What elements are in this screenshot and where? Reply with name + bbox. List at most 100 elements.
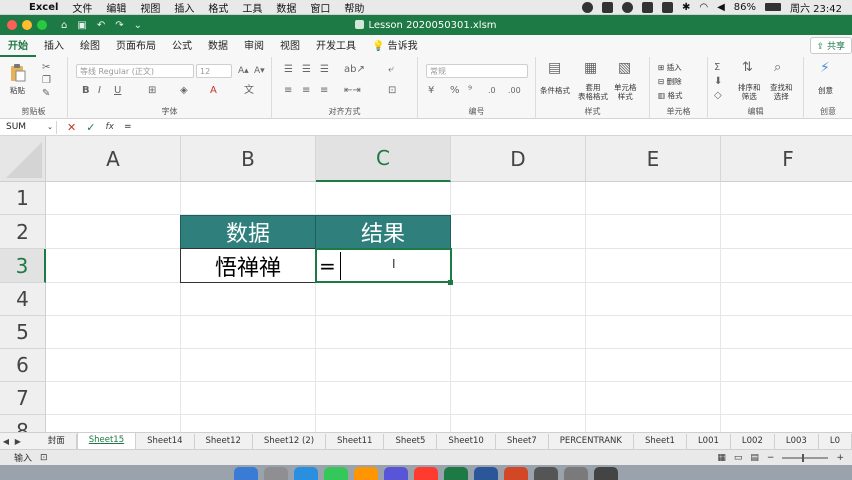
menu-view[interactable]: 视图 xyxy=(133,0,167,15)
messages-icon[interactable] xyxy=(324,467,348,480)
autosum-icon[interactable]: Σ xyxy=(714,63,720,73)
comma-icon[interactable]: ⁹ xyxy=(468,86,472,96)
fill-icon[interactable]: ⬇ xyxy=(714,77,722,87)
grid-icon[interactable] xyxy=(661,1,673,13)
close-window-button[interactable] xyxy=(7,20,17,30)
borders-icon[interactable]: ⊞ xyxy=(148,86,156,96)
number-format-select[interactable]: 常规 xyxy=(426,64,528,78)
menu-data[interactable]: 数据 xyxy=(269,0,303,15)
sheet-tab-active[interactable]: Sheet15 xyxy=(76,433,137,449)
font-name-select[interactable]: 等线 Regular (正文) xyxy=(76,64,194,78)
merge-icon[interactable]: ⊡ xyxy=(388,86,396,96)
align-top-icon[interactable]: ☰ xyxy=(284,65,293,75)
conditional-format-label[interactable]: 条件格式 xyxy=(540,86,570,95)
cell-style-icon[interactable]: ▧ xyxy=(618,61,631,75)
sort-filter-icon[interactable]: ⇅ xyxy=(742,61,753,74)
row-header-7[interactable]: 7 xyxy=(0,382,46,415)
minimize-window-button[interactable] xyxy=(22,20,32,30)
sheet-tab[interactable]: L0 xyxy=(819,433,852,449)
sheet-tab[interactable]: Sheet7 xyxy=(496,433,549,449)
wifi-icon[interactable]: ◠ xyxy=(699,2,708,13)
zoom-slider[interactable] xyxy=(782,453,829,462)
menu-file[interactable]: 文件 xyxy=(65,0,99,15)
phonetic-icon[interactable]: 文 xyxy=(244,86,254,96)
volume-icon[interactable]: ◀ xyxy=(717,2,725,13)
fill-handle[interactable] xyxy=(448,280,453,285)
row-header-1[interactable]: 1 xyxy=(0,182,46,215)
undo-icon[interactable]: ↶ xyxy=(97,20,105,31)
menu-app-name[interactable]: Excel xyxy=(22,2,65,13)
app-icon[interactable] xyxy=(384,467,408,480)
fill-color-icon[interactable]: ◈ xyxy=(180,86,188,96)
column-header-a[interactable]: A xyxy=(46,136,181,182)
tab-home[interactable]: 开始 xyxy=(0,37,36,57)
currency-icon[interactable]: ¥ xyxy=(428,86,434,96)
menu-edit[interactable]: 编辑 xyxy=(99,0,133,15)
decrease-font-icon[interactable]: A▾ xyxy=(254,66,265,76)
record-icon[interactable] xyxy=(581,1,593,13)
select-all-corner[interactable] xyxy=(0,136,46,182)
align-right-icon[interactable]: ≡ xyxy=(320,86,328,96)
increase-font-icon[interactable]: A▴ xyxy=(238,66,249,76)
safari-icon[interactable] xyxy=(294,467,318,480)
excel-icon[interactable] xyxy=(444,467,468,480)
cell-c3-editing[interactable]: = xyxy=(315,248,452,283)
insert-function-button[interactable]: fx xyxy=(105,122,114,132)
increase-decimal-icon[interactable]: .0 xyxy=(488,86,496,96)
formula-input[interactable]: = xyxy=(124,122,132,132)
paste-icon[interactable] xyxy=(8,63,28,82)
paste-label[interactable]: 粘贴 xyxy=(10,86,25,95)
format-cells-button[interactable]: ▥ 格式 xyxy=(658,91,682,100)
align-center-icon[interactable]: ≡ xyxy=(302,86,310,96)
tell-me[interactable]: 💡 告诉我 xyxy=(364,37,426,57)
tab-data[interactable]: 数据 xyxy=(200,37,236,57)
sheet-tab[interactable]: Sheet1 xyxy=(634,433,687,449)
cell-b2[interactable]: 数据 xyxy=(180,215,316,249)
orientation-icon[interactable]: ab↗ xyxy=(344,65,365,75)
sheet-tab[interactable]: Sheet10 xyxy=(437,433,496,449)
align-left-icon[interactable]: ≡ xyxy=(284,86,292,96)
tab-view[interactable]: 视图 xyxy=(272,37,308,57)
tab-draw[interactable]: 绘图 xyxy=(72,37,108,57)
menu-tools[interactable]: 工具 xyxy=(235,0,269,15)
camera-icon[interactable] xyxy=(641,1,653,13)
row-header-2[interactable]: 2 xyxy=(0,215,46,249)
finder-icon[interactable] xyxy=(234,467,258,480)
copy-icon[interactable]: ❐ xyxy=(42,76,51,86)
sort-filter-label[interactable]: 排序和 筛选 xyxy=(738,83,761,101)
clock[interactable]: 周六 23:42 xyxy=(790,0,842,15)
name-box[interactable]: SUM ⌄ xyxy=(2,120,57,134)
wrap-text-icon[interactable]: ⤶ xyxy=(388,65,394,75)
menu-format[interactable]: 格式 xyxy=(201,0,235,15)
battery-icon[interactable] xyxy=(765,3,781,11)
normal-view-icon[interactable]: ▦ xyxy=(717,453,726,463)
italic-button[interactable]: I xyxy=(98,86,101,96)
tab-review[interactable]: 审阅 xyxy=(236,37,272,57)
cell-c2[interactable]: 结果 xyxy=(315,215,451,249)
cloud-icon[interactable] xyxy=(621,1,633,13)
word-icon[interactable] xyxy=(474,467,498,480)
tab-formulas[interactable]: 公式 xyxy=(164,37,200,57)
calendar-icon[interactable] xyxy=(414,467,438,480)
tab-insert[interactable]: 插入 xyxy=(36,37,72,57)
underline-button[interactable]: U xyxy=(114,86,121,96)
enter-entry-button[interactable]: ✓ xyxy=(86,121,95,134)
settings-icon[interactable] xyxy=(534,467,558,480)
sheet-tab[interactable]: L001 xyxy=(687,433,731,449)
cell-b3[interactable]: 悟禅禅 xyxy=(180,248,316,283)
bluetooth-icon[interactable]: ✱ xyxy=(682,2,690,13)
save-icon[interactable]: ▣ xyxy=(77,20,86,31)
sheet-tab[interactable]: Sheet5 xyxy=(384,433,438,449)
zoom-window-button[interactable] xyxy=(37,20,47,30)
cancel-entry-button[interactable]: ✕ xyxy=(67,121,76,134)
home-icon[interactable]: ⌂ xyxy=(61,20,67,31)
sheet-tab[interactable]: L003 xyxy=(775,433,819,449)
menu-window[interactable]: 窗口 xyxy=(303,0,337,15)
clear-icon[interactable]: ◇ xyxy=(714,91,722,101)
sheet-tab[interactable]: Sheet11 xyxy=(326,433,385,449)
delete-cells-button[interactable]: ⊟ 删除 xyxy=(658,77,682,86)
launchpad-icon[interactable] xyxy=(264,467,288,480)
sheet-tab[interactable]: Sheet12 xyxy=(195,433,253,449)
share-button[interactable]: ⇪ 共享 xyxy=(809,37,852,54)
row-header-8[interactable]: 8 xyxy=(0,415,46,432)
